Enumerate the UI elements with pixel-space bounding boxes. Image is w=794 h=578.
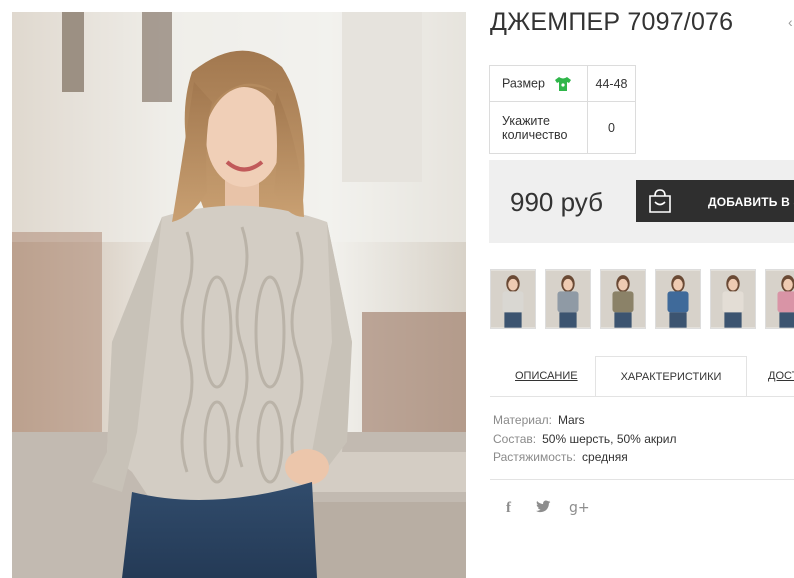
thumbnail-3[interactable] [600, 269, 646, 329]
quantity-label: Укажите количество [489, 101, 588, 154]
wishlist-partial-icon[interactable]: ‹ [788, 14, 793, 30]
stretch-value: средняя [582, 450, 628, 464]
add-to-cart-label: ДОБАВИТЬ В ЗАКАЗ [708, 195, 794, 209]
twitter-icon[interactable] [536, 500, 551, 517]
characteristics-panel: Материал: Mars Состав: 50% шерсть, 50% акр… [493, 411, 677, 467]
size-value[interactable]: 44-48 [587, 65, 636, 102]
thumbnail-image [601, 270, 645, 328]
quantity-row: Укажите количество 0 [489, 101, 636, 154]
thumbnail-image [491, 270, 535, 328]
stretch-row: Растяжимость: средняя [493, 448, 677, 467]
twitter-bird-icon [536, 500, 551, 513]
divider [490, 479, 794, 480]
thumbnail-image [546, 270, 590, 328]
stretch-label: Растяжимость: [493, 450, 577, 464]
tab-delivery[interactable]: ДОСТАВКА [768, 356, 794, 396]
size-label-cell: Размер [489, 65, 588, 102]
material-label: Материал: [493, 413, 552, 427]
product-price: 990 руб [510, 187, 603, 217]
thumbnail-2[interactable] [545, 269, 591, 329]
tab-description[interactable]: ОПИСАНИЕ [515, 356, 578, 396]
shopping-bag-icon [649, 189, 671, 213]
composition-row: Состав: 50% шерсть, 50% акрил [493, 430, 677, 449]
price-block: 990 руб ДОБАВИТЬ В ЗАКАЗ [489, 160, 794, 243]
google-plus-icon[interactable]: g+ [569, 500, 590, 516]
thumbnail-4[interactable] [655, 269, 701, 329]
thumbnail-image [766, 270, 794, 328]
tab-characteristics[interactable]: ХАРАКТЕРИСТИКИ [595, 356, 747, 396]
thumbnail-gallery [490, 269, 794, 331]
material-row: Материал: Mars [493, 411, 677, 430]
thumbnail-6[interactable] [765, 269, 794, 329]
composition-label: Состав: [493, 431, 537, 446]
size-label: Размер [502, 75, 545, 90]
quantity-input[interactable]: 0 [587, 101, 636, 154]
thumbnail-image [656, 270, 700, 328]
product-title: ДЖЕМПЕР 7097/076 [490, 8, 734, 36]
tshirt-icon[interactable] [554, 76, 572, 92]
thumbnail-1[interactable] [490, 269, 536, 329]
composition-value: 50% шерсть, 50% акрил [542, 431, 677, 446]
main-product-photo[interactable] [12, 12, 466, 578]
facebook-icon[interactable]: f [506, 500, 511, 517]
material-value: Mars [557, 413, 585, 427]
product-photo-illustration [12, 12, 466, 578]
size-row: Размер 44-48 [489, 65, 636, 102]
product-params-table: Размер 44-48 Укажите количество 0 [489, 65, 636, 154]
add-to-cart-button[interactable]: ДОБАВИТЬ В ЗАКАЗ [636, 180, 794, 222]
thumbnail-5[interactable] [710, 269, 756, 329]
product-tabs: ОПИСАНИЕ ХАРАКТЕРИСТИКИ ДОСТАВКА [490, 356, 794, 397]
thumbnail-image [711, 270, 755, 328]
